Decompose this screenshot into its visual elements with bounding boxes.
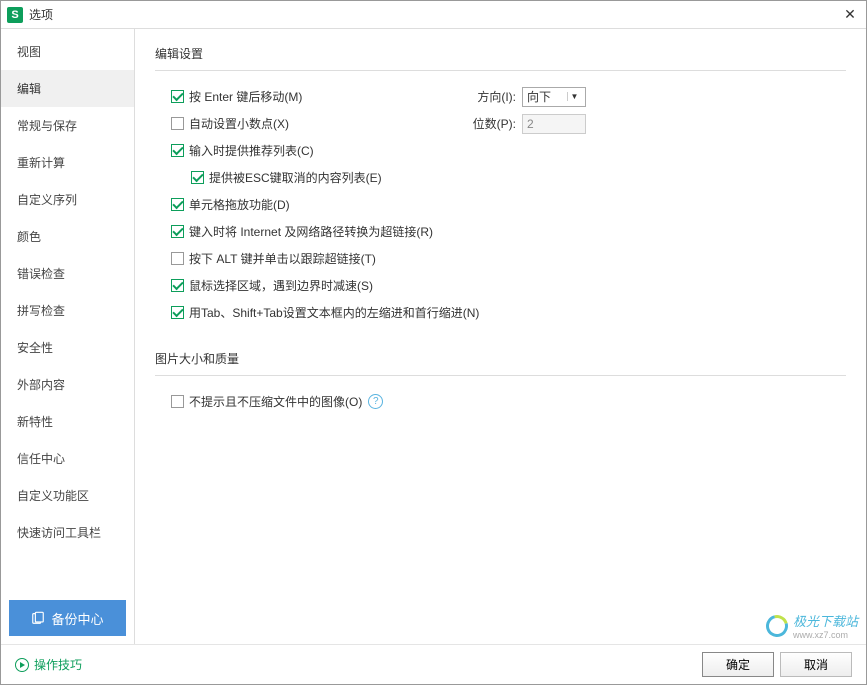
section-edit-title: 编辑设置: [155, 45, 846, 71]
sidebar-item-view[interactable]: 视图: [1, 33, 134, 70]
backup-center-button[interactable]: 备份中心: [9, 600, 126, 636]
direction-dropdown[interactable]: 向下 ▼: [522, 87, 586, 107]
close-button[interactable]: ✕: [834, 1, 866, 28]
section-image: 图片大小和质量 不提示且不压缩文件中的图像(O) ?: [155, 350, 846, 415]
hyperlink-checkbox[interactable]: 键入时将 Internet 及网络路径转换为超链接(R): [171, 223, 433, 240]
titlebar: S 选项 ✕: [1, 1, 866, 29]
content-panel: 编辑设置 按 Enter 键后移动(M) 方向(I): 向下 ▼ 自: [135, 29, 866, 644]
direction-label: 方向(I):: [477, 88, 516, 105]
sidebar-item-color[interactable]: 颜色: [1, 218, 134, 255]
sidebar-item-spell-check[interactable]: 拼写检查: [1, 292, 134, 329]
sidebar-item-custom-seq[interactable]: 自定义序列: [1, 181, 134, 218]
checkbox-icon: [171, 144, 184, 157]
chevron-down-icon: ▼: [567, 92, 581, 101]
sidebar-item-custom-ribbon[interactable]: 自定义功能区: [1, 477, 134, 514]
sidebar-item-general-save[interactable]: 常规与保存: [1, 107, 134, 144]
sidebar-item-recalc[interactable]: 重新计算: [1, 144, 134, 181]
sidebar-item-qat[interactable]: 快速访问工具栏: [1, 514, 134, 551]
checkbox-icon: [171, 198, 184, 211]
sidebar: 视图编辑常规与保存重新计算自定义序列颜色错误检查拼写检查安全性外部内容新特性信任…: [1, 29, 135, 644]
play-circle-icon: [15, 658, 29, 672]
recommend-list-checkbox[interactable]: 输入时提供推荐列表(C): [171, 142, 314, 159]
section-image-title: 图片大小和质量: [155, 350, 846, 376]
help-icon[interactable]: ?: [368, 394, 383, 409]
sidebar-item-new-feature[interactable]: 新特性: [1, 403, 134, 440]
sidebar-item-edit[interactable]: 编辑: [1, 70, 134, 107]
alt-track-checkbox[interactable]: 按下 ALT 键并单击以跟踪超链接(T): [171, 250, 376, 267]
sidebar-item-trust[interactable]: 信任中心: [1, 440, 134, 477]
checkbox-icon: [171, 90, 184, 103]
auto-decimal-checkbox[interactable]: 自动设置小数点(X): [171, 115, 289, 132]
tips-link[interactable]: 操作技巧: [15, 656, 82, 673]
section-edit: 编辑设置 按 Enter 键后移动(M) 方向(I): 向下 ▼ 自: [155, 45, 846, 326]
checkbox-icon: [171, 117, 184, 130]
checkbox-icon: [191, 171, 204, 184]
checkbox-icon: [171, 225, 184, 238]
backup-icon: [31, 611, 45, 625]
checkbox-icon: [171, 395, 184, 408]
app-icon: S: [7, 7, 23, 23]
sidebar-item-security[interactable]: 安全性: [1, 329, 134, 366]
window-title: 选项: [29, 6, 834, 23]
mouse-slow-checkbox[interactable]: 鼠标选择区域，遇到边界时减速(S): [171, 277, 373, 294]
places-input[interactable]: [522, 114, 586, 134]
checkbox-icon: [171, 279, 184, 292]
sidebar-item-external[interactable]: 外部内容: [1, 366, 134, 403]
checkbox-icon: [171, 306, 184, 319]
enter-move-checkbox[interactable]: 按 Enter 键后移动(M): [171, 88, 302, 105]
no-compress-checkbox[interactable]: 不提示且不压缩文件中的图像(O): [171, 393, 362, 410]
backup-label: 备份中心: [51, 609, 103, 628]
sidebar-item-error-check[interactable]: 错误检查: [1, 255, 134, 292]
footer: 操作技巧 确定 取消: [1, 644, 866, 684]
checkbox-icon: [171, 252, 184, 265]
ok-button[interactable]: 确定: [702, 652, 774, 677]
tab-indent-checkbox[interactable]: 用Tab、Shift+Tab设置文本框内的左缩进和首行缩进(N): [171, 304, 479, 321]
drag-drop-checkbox[interactable]: 单元格拖放功能(D): [171, 196, 290, 213]
places-label: 位数(P):: [473, 115, 516, 132]
cancel-button[interactable]: 取消: [780, 652, 852, 677]
esc-list-checkbox[interactable]: 提供被ESC键取消的内容列表(E): [191, 169, 382, 186]
